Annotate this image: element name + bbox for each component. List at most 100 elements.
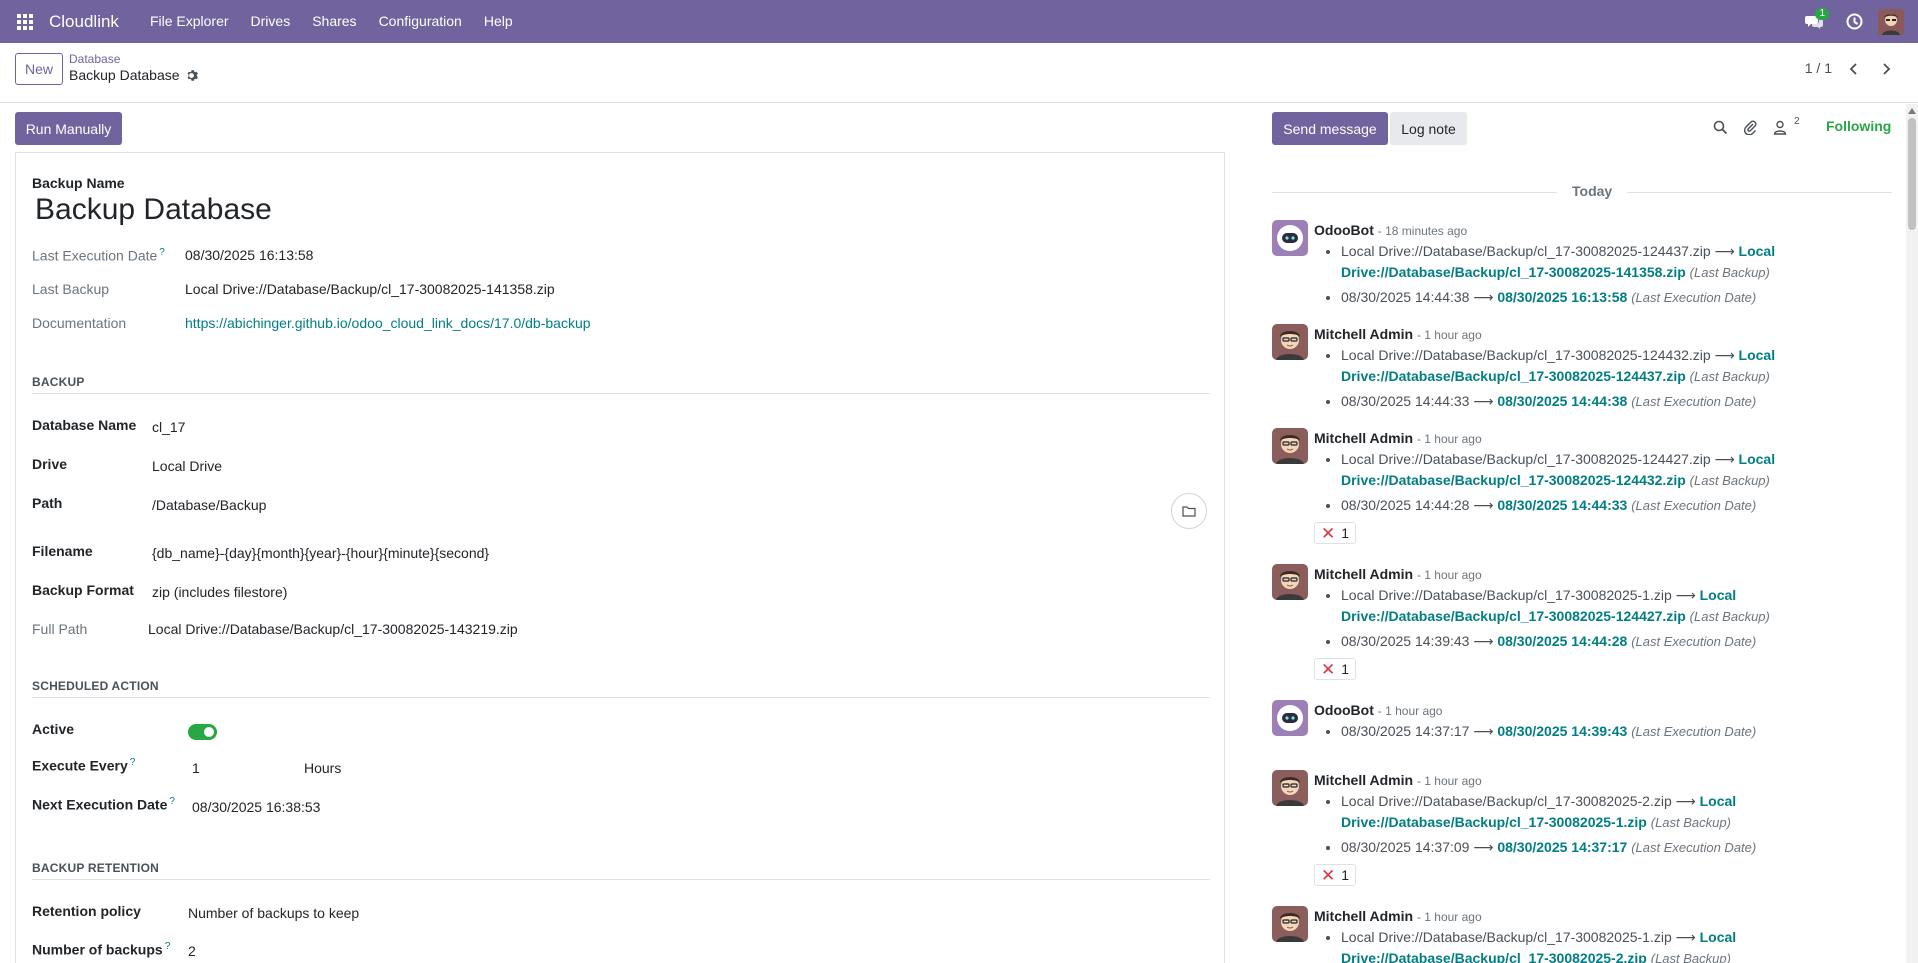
message-author[interactable]: OdooBot - 18 minutes ago xyxy=(1314,222,1467,238)
user-avatar[interactable] xyxy=(1874,0,1908,43)
tracking-values: Local Drive://Database/Backup/cl_17-3008… xyxy=(1314,585,1884,656)
form-pane: Run Manually Backup Name Backup Database… xyxy=(0,104,1240,963)
backup-name-field[interactable]: Backup Database xyxy=(35,193,272,227)
scroll-up-arrow[interactable] xyxy=(1908,108,1916,114)
message-date: - 1 hour ago xyxy=(1416,910,1482,924)
retention-policy-field[interactable]: Number of backups to keep xyxy=(188,905,359,921)
reaction-button[interactable]: ✕ 1 xyxy=(1314,658,1356,680)
message-author[interactable]: Mitchell Admin - 1 hour ago xyxy=(1314,566,1482,582)
arrow-icon: ⟶ xyxy=(1473,289,1494,305)
author-avatar[interactable] xyxy=(1272,700,1308,736)
new-value: 08/30/2025 14:44:38 xyxy=(1497,393,1628,409)
message-date: - 1 hour ago xyxy=(1416,432,1482,446)
folder-icon xyxy=(1182,506,1196,517)
author-avatar[interactable] xyxy=(1272,324,1308,360)
menu-configuration[interactable]: Configuration xyxy=(368,0,473,43)
browse-folder-button[interactable] xyxy=(1171,493,1207,529)
tracking-values: 08/30/2025 14:37:17 ⟶ 08/30/2025 14:39:4… xyxy=(1314,721,1884,746)
cross-mark-icon: ✕ xyxy=(1320,865,1336,885)
path-field[interactable]: /Database/Backup xyxy=(152,497,266,513)
field-name: (Last Backup) xyxy=(1689,609,1770,624)
author-avatar[interactable] xyxy=(1272,428,1308,464)
field-name: (Last Execution Date) xyxy=(1631,724,1757,739)
old-value: 08/30/2025 14:39:43 xyxy=(1341,633,1470,649)
pager-next-button[interactable] xyxy=(1872,55,1900,83)
search-icon[interactable] xyxy=(1713,120,1728,138)
control-panel: New Database Backup Database 1 / 1 xyxy=(0,43,1918,103)
message-author[interactable]: Mitchell Admin - 1 hour ago xyxy=(1314,908,1482,924)
old-value: Local Drive://Database/Backup/cl_17-3008… xyxy=(1341,587,1672,603)
author-name[interactable]: Mitchell Admin xyxy=(1314,772,1413,788)
cross-mark-icon: ✕ xyxy=(1320,523,1336,543)
menu-file-explorer[interactable]: File Explorer xyxy=(139,0,240,43)
arrow-icon: ⟶ xyxy=(1473,497,1494,513)
message-date: - 1 hour ago xyxy=(1377,704,1443,718)
app-brand[interactable]: Cloudlink xyxy=(49,12,119,32)
filename-field[interactable]: {db_name}-{day}{month}{year}-{hour}{minu… xyxy=(152,545,489,561)
message-author[interactable]: Mitchell Admin - 1 hour ago xyxy=(1314,772,1482,788)
path-label: Path xyxy=(32,495,63,511)
date-separator-today: Today xyxy=(1560,183,1625,199)
send-message-button[interactable]: Send message xyxy=(1272,112,1388,145)
arrow-icon: ⟶ xyxy=(1714,243,1735,259)
reaction-button[interactable]: ✕ 1 xyxy=(1314,522,1356,544)
backup-section-title: BACKUP xyxy=(32,375,85,389)
followers-icon[interactable] xyxy=(1773,120,1787,138)
reaction-button[interactable]: ✕ 1 xyxy=(1314,864,1356,886)
message-author[interactable]: Mitchell Admin - 1 hour ago xyxy=(1314,326,1482,342)
following-button[interactable]: Following xyxy=(1826,118,1891,134)
chatter-scrollbar[interactable] xyxy=(1906,104,1918,963)
old-value: Local Drive://Database/Backup/cl_17-3008… xyxy=(1341,243,1711,259)
reaction-count: 1 xyxy=(1341,867,1350,883)
breadcrumb-parent-link[interactable]: Database xyxy=(69,52,120,66)
new-value: 08/30/2025 16:13:58 xyxy=(1497,289,1628,305)
full-path-value: Local Drive://Database/Backup/cl_17-3008… xyxy=(148,621,518,637)
author-avatar[interactable] xyxy=(1272,564,1308,600)
database-name-field[interactable]: cl_17 xyxy=(152,419,185,435)
backup-format-label: Backup Format xyxy=(32,582,134,598)
log-note-button[interactable]: Log note xyxy=(1390,112,1467,145)
author-avatar[interactable] xyxy=(1272,770,1308,806)
author-name[interactable]: OdooBot xyxy=(1314,702,1374,718)
message-date: - 18 minutes ago xyxy=(1377,224,1468,238)
pager-value[interactable]: 1 / 1 xyxy=(1805,60,1832,76)
author-name[interactable]: Mitchell Admin xyxy=(1314,908,1413,924)
apps-grid-icon[interactable] xyxy=(0,0,49,43)
author-name[interactable]: Mitchell Admin xyxy=(1314,326,1413,342)
field-name: (Last Backup) xyxy=(1689,265,1770,280)
active-toggle[interactable] xyxy=(188,724,217,740)
old-value: 08/30/2025 14:44:28 xyxy=(1341,497,1470,513)
field-name: (Last Backup) xyxy=(1689,473,1770,488)
execute-every-unit[interactable]: Hours xyxy=(304,760,341,776)
chat-icon[interactable]: 1 xyxy=(1794,0,1834,43)
new-button[interactable]: New xyxy=(15,53,63,85)
message-author[interactable]: Mitchell Admin - 1 hour ago xyxy=(1314,430,1482,446)
menu-drives[interactable]: Drives xyxy=(240,0,302,43)
field-name: (Last Execution Date) xyxy=(1631,290,1757,305)
author-name[interactable]: Mitchell Admin xyxy=(1314,430,1413,446)
menu-shares[interactable]: Shares xyxy=(301,0,367,43)
retention-policy-label: Retention policy xyxy=(32,903,141,919)
drive-field[interactable]: Local Drive xyxy=(152,458,222,474)
execute-every-field[interactable]: 1 xyxy=(192,760,200,776)
clock-icon[interactable] xyxy=(1834,0,1874,43)
documentation-label: Documentation xyxy=(32,315,127,331)
navbar-systray: 1 xyxy=(1794,0,1918,43)
last-execution-value: 08/30/2025 16:13:58 xyxy=(185,247,314,263)
author-name[interactable]: Mitchell Admin xyxy=(1314,566,1413,582)
run-manually-button[interactable]: Run Manually xyxy=(15,112,122,145)
author-avatar[interactable] xyxy=(1272,906,1308,942)
number-of-backups-field[interactable]: 2 xyxy=(188,943,196,959)
message-author[interactable]: OdooBot - 1 hour ago xyxy=(1314,702,1442,718)
tracking-value: 08/30/2025 14:44:28 ⟶ 08/30/2025 14:44:3… xyxy=(1341,495,1884,516)
menu-help[interactable]: Help xyxy=(473,0,524,43)
paperclip-icon[interactable] xyxy=(1743,120,1757,138)
pager-previous-button[interactable] xyxy=(1840,55,1868,83)
gear-icon[interactable] xyxy=(185,69,198,85)
chatter-scrollbar-thumb[interactable] xyxy=(1908,118,1916,230)
author-name[interactable]: OdooBot xyxy=(1314,222,1374,238)
backup-format-field[interactable]: zip (includes filestore) xyxy=(152,584,287,600)
documentation-link[interactable]: https://abichinger.github.io/odoo_cloud_… xyxy=(185,315,591,331)
author-avatar[interactable] xyxy=(1272,220,1308,256)
next-execution-field[interactable]: 08/30/2025 16:38:53 xyxy=(192,799,320,815)
